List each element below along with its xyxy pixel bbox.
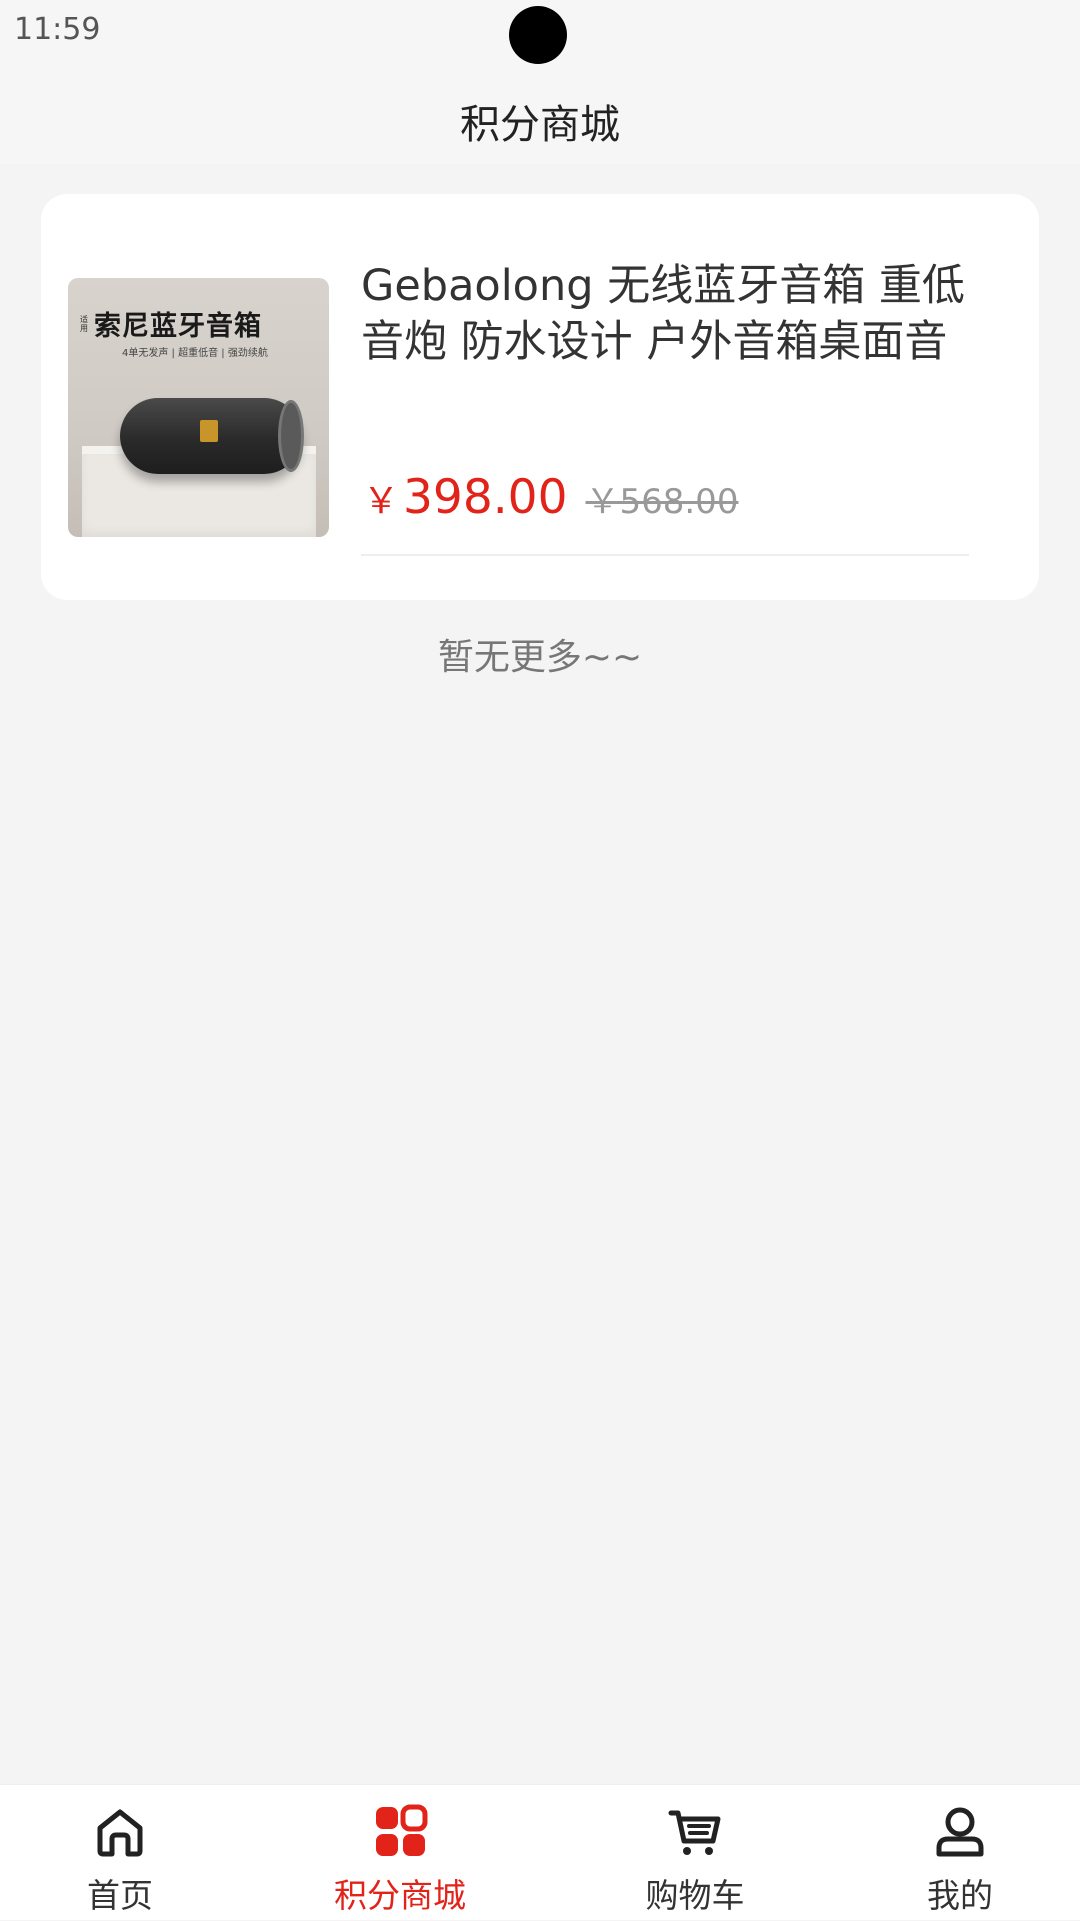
list-end-text: 暂无更多~~: [437, 637, 643, 678]
tab-cart[interactable]: 购物车: [630, 1785, 760, 1921]
home-icon: [97, 1809, 143, 1857]
price-value: 398.00: [403, 470, 568, 525]
tab-home[interactable]: 首页: [60, 1785, 180, 1921]
bottom-tab-bar: 首页 积分商城 购物车 我的: [0, 1784, 1080, 1920]
camera-cutout: [509, 6, 567, 64]
product-list: 适用 索尼蓝牙音箱 4单无发声 | 超重低音 | 强劲续航 Gebaolong …: [0, 164, 1080, 1784]
product-title[interactable]: Gebaolong 无线蓝牙音箱 重低音炮 防水设计 户外音箱桌面音: [361, 258, 981, 370]
price-currency: ￥: [363, 481, 400, 522]
tab-points-mall-label: 积分商城: [334, 1876, 466, 1915]
tab-home-label: 首页: [87, 1876, 153, 1915]
header: 积分商城: [0, 64, 1080, 164]
cart-icon: [668, 1810, 721, 1855]
card-divider: [361, 554, 969, 556]
speaker-badge: [200, 420, 218, 442]
tab-me-label: 我的: [927, 1876, 993, 1915]
product-card[interactable]: 适用 索尼蓝牙音箱 4单无发声 | 超重低音 | 强劲续航 Gebaolong …: [41, 194, 1039, 600]
product-image-subtitle: 4单无发声 | 超重低音 | 强劲续航: [122, 348, 268, 359]
tab-points-mall[interactable]: 积分商城: [320, 1785, 480, 1921]
product-image-title-text: 索尼蓝牙音箱: [94, 311, 262, 342]
status-time: 11:59: [14, 12, 101, 47]
original-price: ￥568.00: [585, 482, 739, 522]
product-image[interactable]: 适用 索尼蓝牙音箱 4单无发声 | 超重低音 | 强劲续航: [68, 278, 329, 537]
speaker-end-cap: [278, 400, 304, 472]
product-image-tag: 适用: [80, 314, 89, 333]
price-row: ￥ 398.00 ￥568.00: [363, 470, 738, 525]
user-icon: [936, 1807, 984, 1857]
product-image-title: 适用 索尼蓝牙音箱: [80, 304, 320, 343]
speaker-graphic: [120, 398, 304, 474]
tab-cart-label: 购物车: [645, 1876, 745, 1915]
grid-icon: [376, 1804, 428, 1856]
tab-me[interactable]: 我的: [900, 1785, 1020, 1921]
page-title: 积分商城: [460, 102, 620, 148]
status-bar: 11:59: [0, 0, 1080, 64]
